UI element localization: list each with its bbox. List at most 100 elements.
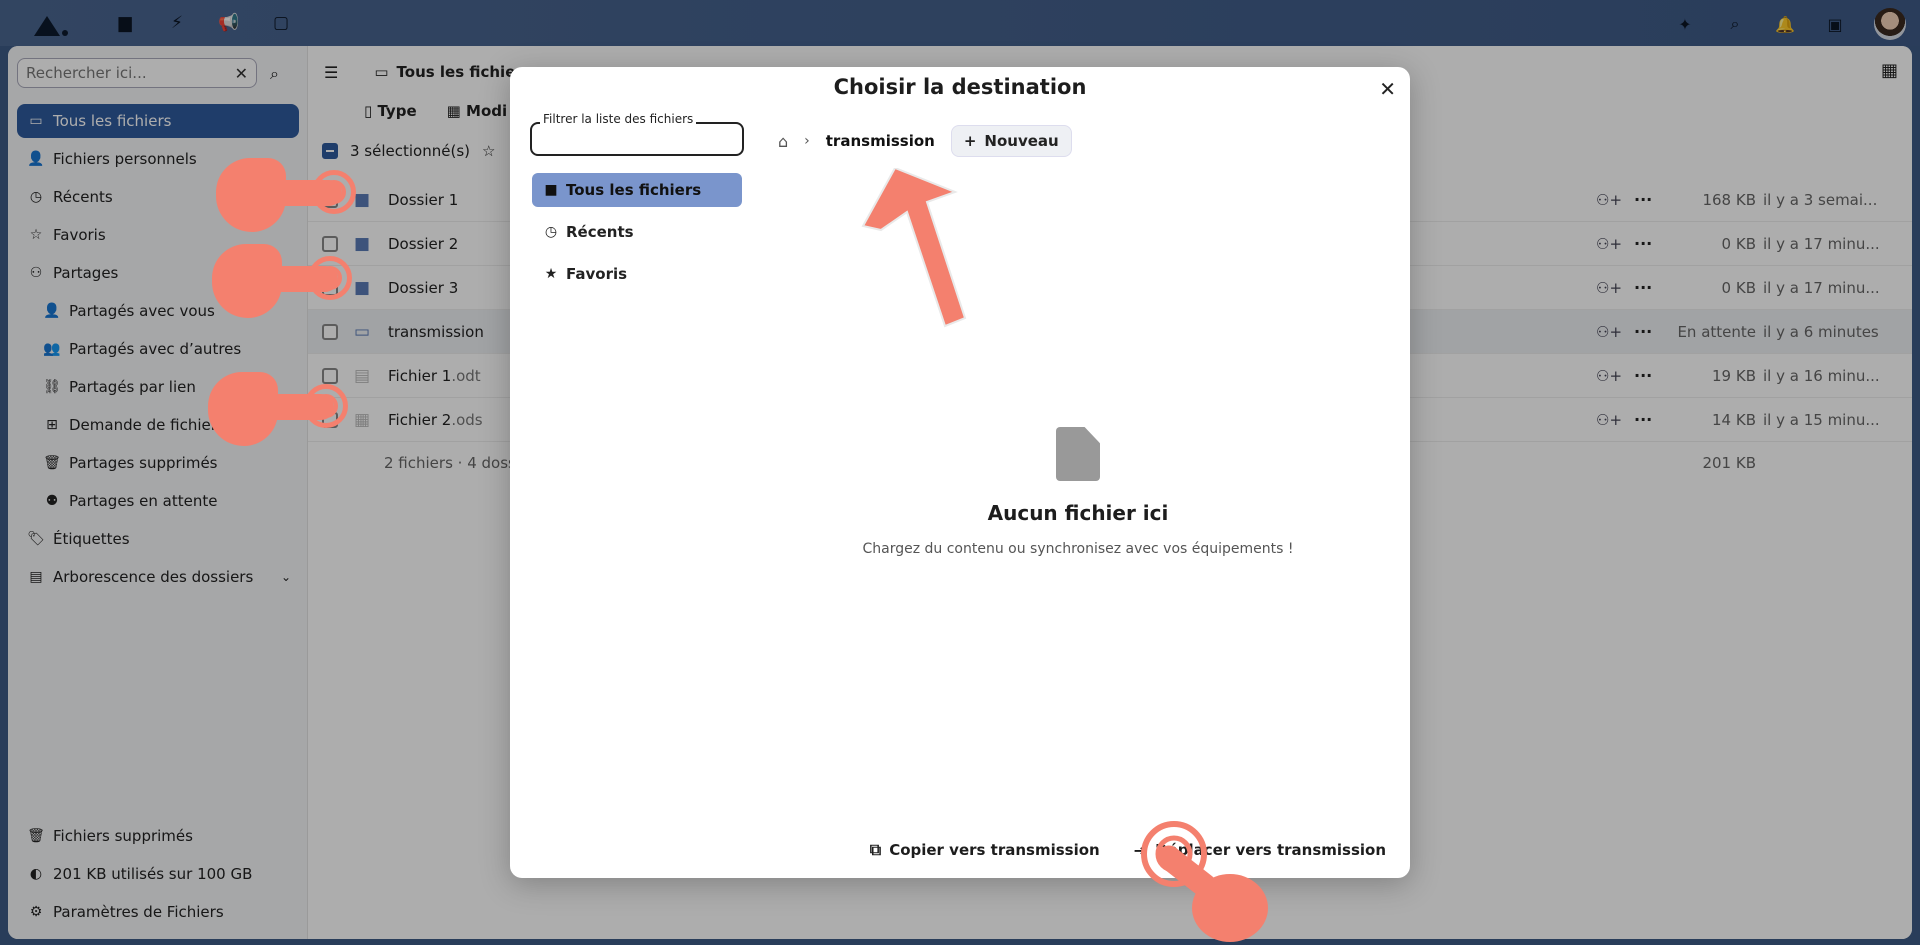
star-icon[interactable]: ☆: [482, 142, 495, 160]
home-icon[interactable]: ⌂: [778, 132, 788, 151]
spreadsheet-icon: ▦: [354, 409, 371, 430]
folder-icon: ■: [544, 182, 558, 198]
sidebar-item-settings[interactable]: ⚙ Paramètres de Fichiers: [17, 893, 299, 931]
file-modified: il y a 3 semai...: [1763, 190, 1878, 209]
clock-icon: ◷: [29, 189, 43, 205]
announce-icon[interactable]: 📢: [218, 12, 240, 34]
chevron-down-icon[interactable]: ⌄: [281, 570, 291, 584]
header-right: ✦ ⌕ 🔔 ▣: [1674, 8, 1906, 40]
file-name[interactable]: Fichier 2.ods: [388, 411, 483, 429]
sidebar-footer: 🗑 Fichiers supprimés ◐ 201 KB utilisés sur…: [17, 817, 299, 931]
empty-title: Aucun fichier ici: [987, 501, 1169, 525]
new-button[interactable]: + Nouveau: [950, 125, 1072, 157]
file-modified: il y a 17 minu...: [1763, 278, 1880, 297]
sidebar-item-tags[interactable]: 🏷 Étiquettes: [17, 522, 299, 556]
filter-label: Type: [377, 102, 417, 120]
file-name[interactable]: Dossier 2: [388, 235, 458, 253]
sidebar-item-label: Récents: [53, 188, 113, 206]
trash-icon: 🗑: [27, 828, 45, 844]
row-checkbox[interactable]: [322, 323, 338, 340]
share-icon: ⚇: [29, 265, 43, 281]
empty-state: Aucun fichier ici Chargez du contenu ou …: [746, 427, 1410, 557]
share-icon[interactable]: ⚇+: [1596, 323, 1622, 341]
dialog-nav-recent[interactable]: ◷ Récents: [532, 215, 742, 249]
more-actions-icon[interactable]: ···: [1634, 410, 1652, 429]
notifications-icon[interactable]: 🔔: [1774, 13, 1796, 35]
chevron-right-icon: ›: [804, 133, 810, 149]
link-icon: ⛓: [43, 379, 61, 395]
avatar[interactable]: [1874, 8, 1906, 40]
files-icon[interactable]: ▆: [114, 12, 136, 34]
activity-icon[interactable]: ⚡: [166, 12, 188, 34]
more-actions-icon[interactable]: ···: [1634, 322, 1652, 341]
file-icon: [1056, 427, 1100, 481]
more-actions-icon[interactable]: ···: [1634, 190, 1652, 209]
contacts-icon[interactable]: ▣: [1824, 13, 1846, 35]
file-name[interactable]: Dossier 3: [388, 279, 458, 297]
more-actions-icon[interactable]: ···: [1634, 278, 1652, 297]
sidebar-item-deleted-shares[interactable]: 🗑 Partages supprimés: [17, 446, 299, 480]
top-header: ▆ ⚡ 📢 ▢ ✦ ⌕ 🔔 ▣: [0, 0, 1920, 46]
app-logo[interactable]: [30, 8, 74, 38]
sidebar-item-label: Arborescence des dossiers: [53, 568, 254, 586]
dialog-nav-favorites[interactable]: ★ Favoris: [532, 257, 742, 291]
dialog-nav-label: Favoris: [566, 265, 628, 283]
file-size: 19 KB: [1712, 366, 1756, 385]
menu-toggle-icon[interactable]: ☰: [324, 63, 338, 82]
file-modified: il y a 15 minu...: [1763, 410, 1880, 429]
photos-icon[interactable]: ▢: [270, 12, 292, 34]
filter-modified-button[interactable]: ▦ Modi: [447, 102, 508, 120]
dialog-nav-label: Récents: [566, 223, 634, 241]
filter-bar: ▯ Type ▦ Modi: [364, 102, 507, 120]
file-size: 14 KB: [1712, 410, 1756, 429]
trash-icon: 🗑: [43, 455, 61, 471]
search-field: ✕: [17, 58, 257, 88]
file-name[interactable]: Dossier 1: [388, 191, 458, 209]
search-button-icon[interactable]: ⌕: [270, 64, 279, 84]
sidebar-item-folder-tree[interactable]: ▤ Arborescence des dossiers ⌄: [17, 560, 299, 594]
more-actions-icon[interactable]: ···: [1634, 366, 1652, 385]
assistant-icon[interactable]: ✦: [1674, 13, 1696, 35]
share-icon[interactable]: ⚇+: [1596, 411, 1622, 429]
share-icon[interactable]: ⚇+: [1596, 367, 1622, 385]
file-name[interactable]: transmission: [388, 323, 484, 341]
file-name[interactable]: Fichier 1.odt: [388, 367, 481, 385]
sidebar-item-pending-shares[interactable]: ⚉ Partages en attente: [17, 484, 299, 518]
star-icon: ★: [544, 266, 558, 282]
dialog-nav-all-files[interactable]: ■ Tous les fichiers: [532, 173, 742, 207]
search-input[interactable]: [26, 64, 235, 82]
sidebar-item-label: Partagés avec d’autres: [69, 340, 242, 358]
pointing-hand-icon: [208, 364, 348, 450]
file-request-icon: ⊞: [46, 417, 58, 433]
file-size: 0 KB: [1721, 278, 1756, 297]
breadcrumb-current[interactable]: transmission: [826, 132, 935, 150]
grid-view-icon[interactable]: ▦: [1881, 60, 1898, 81]
share-icon[interactable]: ⚇+: [1596, 191, 1622, 209]
file-modified: il y a 17 minu...: [1763, 234, 1880, 253]
filter-type-button[interactable]: ▯ Type: [364, 102, 417, 120]
list-summary-size: 201 KB: [1702, 454, 1756, 472]
file-size: 0 KB: [1721, 234, 1756, 253]
breadcrumb[interactable]: ▭ Tous les fichiers: [374, 63, 531, 81]
sidebar-item-deleted-files[interactable]: 🗑 Fichiers supprimés: [17, 817, 299, 855]
document-icon: ▤: [354, 365, 371, 386]
sidebar-item-label: Paramètres de Fichiers: [53, 903, 224, 921]
share-icon[interactable]: ⚇+: [1596, 279, 1622, 297]
more-actions-icon[interactable]: ···: [1634, 234, 1652, 253]
quota-label: 201 KB utilisés sur 100 GB: [53, 865, 253, 883]
share-icon[interactable]: ⚇+: [1596, 235, 1622, 253]
sidebar-item-label: Étiquettes: [53, 530, 130, 548]
copy-button-label: Copier vers transmission: [889, 841, 1100, 859]
user-icon: 👤: [27, 151, 45, 167]
clear-icon[interactable]: ✕: [235, 64, 248, 83]
sidebar-item-shared-with-others[interactable]: 👥 Partagés avec d’autres: [17, 332, 299, 366]
filter-input[interactable]: [532, 124, 742, 154]
new-button-label: Nouveau: [984, 132, 1059, 150]
sidebar-item-all-files[interactable]: ▭ Tous les fichiers: [17, 104, 299, 138]
close-icon[interactable]: ✕: [1379, 77, 1396, 101]
clock-icon: ◷: [544, 224, 558, 240]
file-size: En attente: [1677, 322, 1756, 341]
dialog-actions: ⧉ Copier vers transmission ⇥ Déplacer vers…: [870, 840, 1386, 860]
search-icon[interactable]: ⌕: [1724, 13, 1746, 35]
copy-button[interactable]: ⧉ Copier vers transmission: [870, 840, 1100, 860]
